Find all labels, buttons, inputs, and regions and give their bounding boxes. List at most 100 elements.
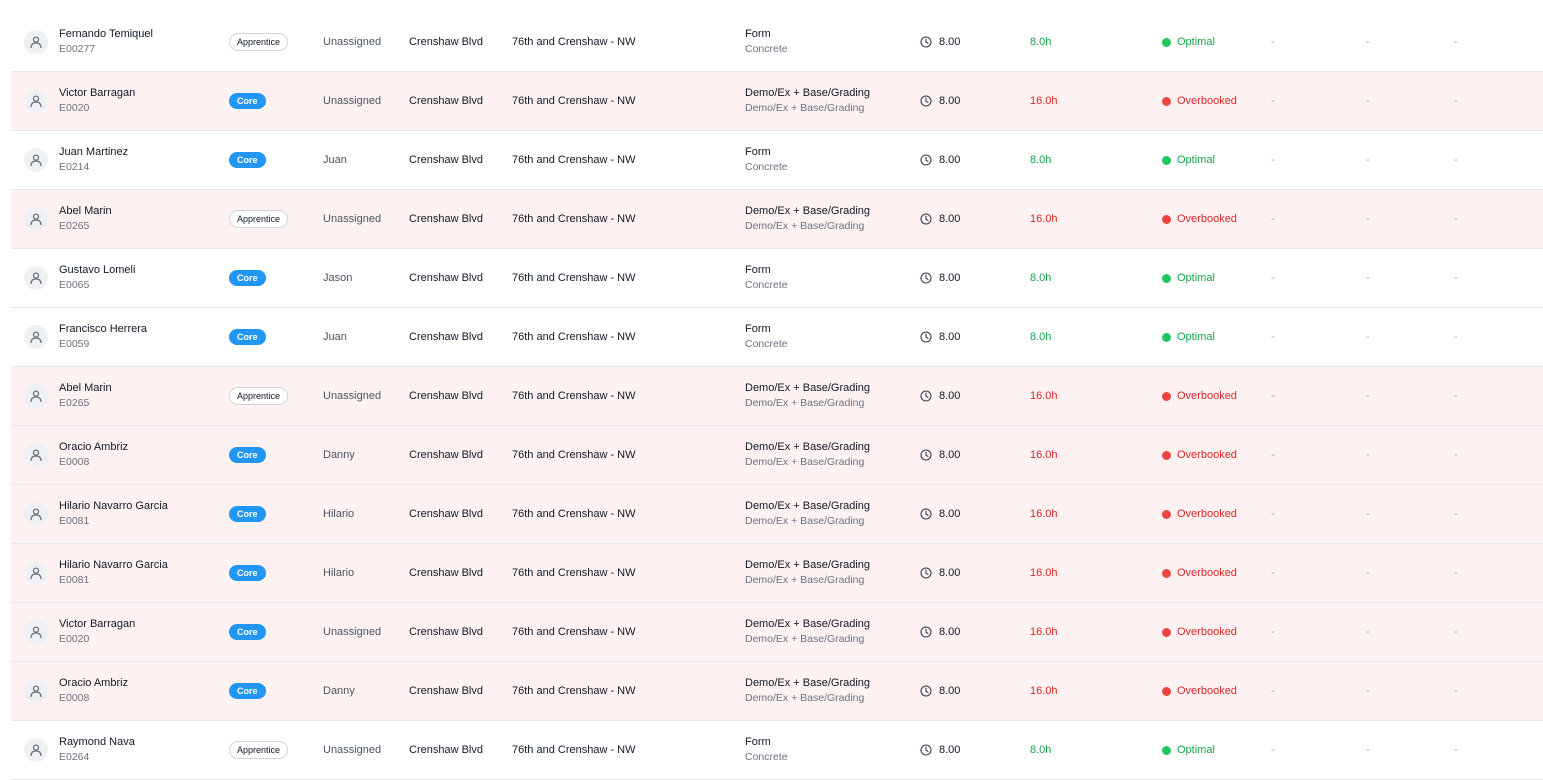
status-cell: Overbooked — [1162, 426, 1237, 484]
hours-value: 8.00 — [939, 213, 961, 225]
project-cell: Crenshaw Blvd — [409, 272, 483, 284]
clock-icon — [920, 567, 932, 579]
role-badge: Apprentice — [229, 741, 289, 759]
empty-cell-1: - — [1271, 154, 1275, 166]
role-cell: Core — [229, 308, 266, 366]
task-category: Concrete — [745, 43, 788, 55]
user-avatar-icon — [24, 325, 48, 349]
task-name: Demo/Ex + Base/Grading — [745, 441, 871, 453]
employee-cell: Victor Barragan E0020 — [59, 603, 135, 661]
total-hours-cell: 16.0h — [1030, 567, 1058, 579]
foreman-cell: Hilario — [323, 567, 355, 579]
table-row[interactable]: Gustavo Lomeli E0065 Core Jason Crenshaw… — [11, 249, 1543, 308]
status-cell: Overbooked — [1162, 603, 1237, 661]
role-cell: Core — [229, 249, 266, 307]
location-cell: 76th and Crenshaw - NW — [512, 685, 636, 697]
status-label: Overbooked — [1177, 567, 1237, 579]
table-row[interactable]: Oracio Ambriz E0008 Core Danny Crenshaw … — [11, 662, 1543, 721]
hours-cell: 8.00 — [920, 367, 960, 425]
task-name: Form — [745, 736, 771, 748]
role-cell: Apprentice — [229, 367, 289, 425]
role-badge: Core — [229, 624, 266, 640]
table-row[interactable]: Abel Marin E0265 Apprentice Unassigned C… — [11, 190, 1543, 249]
task-category: Demo/Ex + Base/Grading — [745, 633, 865, 645]
employee-id: E0081 — [59, 574, 90, 586]
total-hours-cell: 16.0h — [1030, 213, 1058, 225]
hours-value: 8.00 — [939, 626, 961, 638]
table-row[interactable]: Hilario Navarro Garcia E0081 Core Hilari… — [11, 485, 1543, 544]
hours-value: 8.00 — [939, 449, 961, 461]
employee-id: E00277 — [59, 43, 96, 55]
task-cell: Demo/Ex + Base/Grading Demo/Ex + Base/Gr… — [745, 544, 870, 602]
location-cell: 76th and Crenshaw - NW — [512, 567, 636, 579]
empty-cell-3: - — [1454, 95, 1458, 107]
hours-value: 8.00 — [939, 685, 961, 697]
role-cell: Apprentice — [229, 190, 289, 248]
table-row[interactable]: Oracio Ambriz E0008 Core Danny Crenshaw … — [11, 426, 1543, 485]
table-row[interactable]: Fernando Temiquel E00277 Apprentice Unas… — [11, 13, 1543, 72]
hours-value: 8.00 — [939, 744, 961, 756]
table-row[interactable]: Victor Barragan E0020 Core Unassigned Cr… — [11, 603, 1543, 662]
hours-cell: 8.00 — [920, 131, 960, 189]
empty-cell-2: - — [1366, 331, 1370, 343]
task-category: Concrete — [745, 751, 788, 763]
hours-value: 8.00 — [939, 272, 961, 284]
employee-id: E0008 — [59, 692, 90, 704]
foreman-cell: Unassigned — [323, 626, 382, 638]
table-row[interactable]: Raymond Nava E0264 Apprentice Unassigned… — [11, 721, 1543, 780]
status-cell: Overbooked — [1162, 662, 1237, 720]
task-category: Demo/Ex + Base/Grading — [745, 692, 865, 704]
foreman-cell: Danny — [323, 685, 355, 697]
status-dot-icon — [1162, 745, 1171, 755]
foreman-cell: Unassigned — [323, 36, 382, 48]
task-cell: Demo/Ex + Base/Grading Demo/Ex + Base/Gr… — [745, 426, 870, 484]
employee-cell: Francisco Herrera E0059 — [59, 308, 147, 366]
table-row[interactable]: Francisco Herrera E0059 Core Juan Crensh… — [11, 308, 1543, 367]
empty-cell-3: - — [1454, 213, 1458, 225]
employee-id: E0020 — [59, 102, 90, 114]
table-row[interactable]: Victor Barragan E0020 Core Unassigned Cr… — [11, 72, 1543, 131]
employee-id: E0214 — [59, 161, 90, 173]
role-badge: Apprentice — [229, 210, 289, 228]
status-label: Optimal — [1177, 36, 1215, 48]
employee-id: E0008 — [59, 456, 90, 468]
employee-name: Hilario Navarro Garcia — [59, 500, 168, 512]
hours-cell: 8.00 — [920, 249, 960, 307]
employee-cell: Oracio Ambriz E0008 — [59, 662, 128, 720]
task-category: Concrete — [745, 161, 788, 173]
project-cell: Crenshaw Blvd — [409, 567, 483, 579]
total-hours-cell: 16.0h — [1030, 626, 1058, 638]
empty-cell-3: - — [1454, 390, 1458, 402]
role-cell: Apprentice — [229, 13, 289, 71]
user-avatar-icon — [24, 207, 48, 231]
total-hours-cell: 8.0h — [1030, 36, 1052, 48]
hours-value: 8.00 — [939, 390, 961, 402]
table-row[interactable]: Hilario Navarro Garcia E0081 Core Hilari… — [11, 544, 1543, 603]
clock-icon — [920, 213, 932, 225]
status-dot-icon — [1162, 96, 1171, 106]
location-cell: 76th and Crenshaw - NW — [512, 449, 636, 461]
clock-icon — [920, 685, 932, 697]
clock-icon — [920, 154, 932, 166]
employee-cell: Raymond Nava E0264 — [59, 721, 135, 779]
assignment-table: Fernando Temiquel E00277 Apprentice Unas… — [11, 13, 1543, 780]
foreman-cell: Unassigned — [323, 213, 382, 225]
location-cell: 76th and Crenshaw - NW — [512, 390, 636, 402]
employee-cell: Abel Marin E0265 — [59, 367, 112, 425]
user-avatar-icon — [24, 443, 48, 467]
empty-cell-2: - — [1366, 685, 1370, 697]
task-cell: Demo/Ex + Base/Grading Demo/Ex + Base/Gr… — [745, 485, 870, 543]
user-avatar-icon — [24, 620, 48, 644]
empty-cell-3: - — [1454, 331, 1458, 343]
table-row[interactable]: Abel Marin E0265 Apprentice Unassigned C… — [11, 367, 1543, 426]
table-row[interactable]: Juan Martinez E0214 Core Juan Crenshaw B… — [11, 131, 1543, 190]
hours-value: 8.00 — [939, 36, 961, 48]
hours-value: 8.00 — [939, 95, 961, 107]
employee-id: E0265 — [59, 220, 90, 232]
status-cell: Optimal — [1162, 13, 1215, 71]
employee-cell: Oracio Ambriz E0008 — [59, 426, 128, 484]
role-cell: Core — [229, 131, 266, 189]
location-cell: 76th and Crenshaw - NW — [512, 272, 636, 284]
project-cell: Crenshaw Blvd — [409, 213, 483, 225]
task-category: Demo/Ex + Base/Grading — [745, 515, 865, 527]
